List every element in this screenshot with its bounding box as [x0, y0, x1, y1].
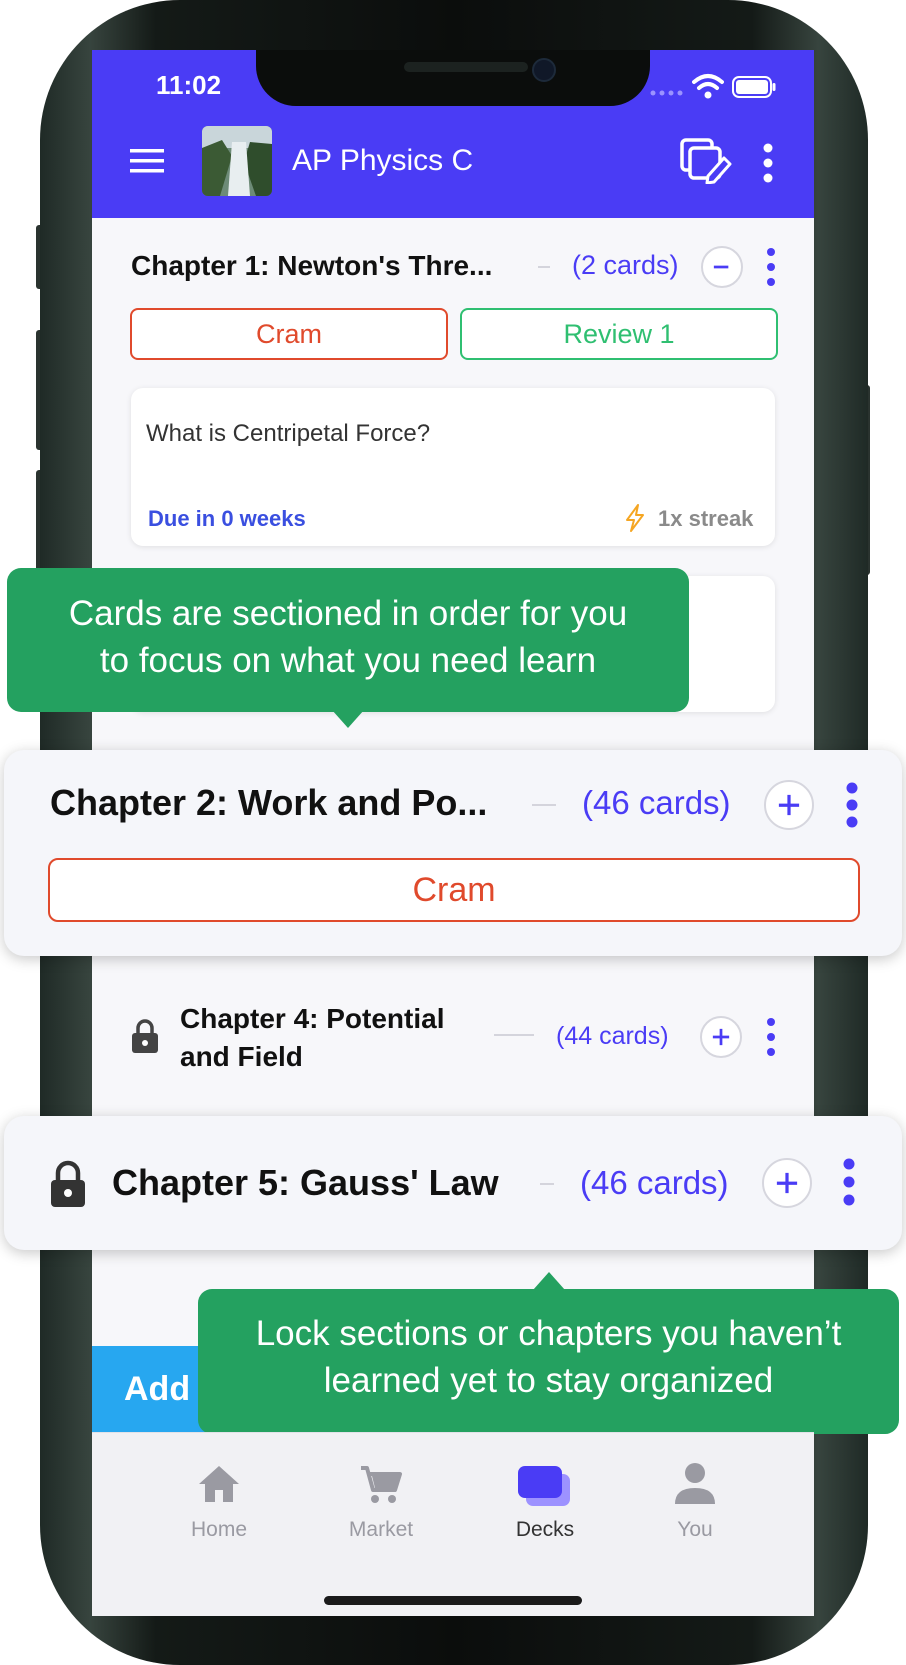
tooltip-line: Cards are sectioned in order for you: [68, 594, 628, 633]
status-time: 11:02: [156, 70, 222, 100]
tooltip-sections-text: Cards are sectioned in order for you to …: [7, 590, 689, 684]
divider: [540, 1183, 554, 1185]
deck-thumbnail: [202, 126, 272, 196]
divider: [532, 804, 556, 806]
chapter-1-card-count: (2 cards): [572, 250, 679, 280]
flashcard-question: What is Centripetal Force?: [146, 420, 431, 447]
tooltip-pointer: [332, 710, 364, 728]
front-camera: [532, 58, 556, 82]
chapter-5-card-count: (46 cards): [580, 1164, 729, 1201]
notch: [256, 50, 650, 106]
chapter-2-more-icon[interactable]: [845, 782, 859, 828]
hamburger-menu-icon[interactable]: [130, 148, 164, 174]
person-icon: [675, 1463, 715, 1504]
divider: [494, 1034, 534, 1036]
lock-icon[interactable]: [130, 1018, 160, 1054]
tooltip-line: to focus on what you need learn: [99, 641, 597, 680]
cram-button[interactable]: Cram: [130, 308, 448, 360]
nav-decks[interactable]: Decks: [500, 1460, 590, 1541]
add-button-label: Add: [124, 1370, 191, 1408]
decks-icon: [518, 1466, 570, 1506]
chapter-4-more-icon[interactable]: [766, 1016, 776, 1058]
deck-title: AP Physics C: [292, 144, 474, 177]
expand-button[interactable]: [762, 1158, 812, 1208]
expand-button[interactable]: [700, 1016, 742, 1058]
chapter-5-title[interactable]: Chapter 5: Gauss' Law: [112, 1162, 499, 1204]
chapter-2-title[interactable]: Chapter 2: Work and Po...: [50, 782, 487, 824]
tooltip-pointer: [533, 1272, 565, 1290]
edit-cards-icon[interactable]: [680, 138, 732, 184]
home-icon: [199, 1466, 239, 1502]
wifi-icon: [692, 74, 724, 99]
waterfall-image: [202, 126, 272, 196]
nav-market-label: Market: [348, 1518, 414, 1541]
nav-home[interactable]: Home: [174, 1460, 264, 1541]
chapter-2-card-count: (46 cards): [582, 784, 731, 821]
nav-market[interactable]: Market: [336, 1460, 426, 1541]
chapter-4-title-line: Chapter 4: Potential: [180, 1003, 445, 1034]
chapter-5-more-icon[interactable]: [842, 1158, 856, 1206]
collapse-button[interactable]: [701, 246, 743, 288]
nav-decks-label: Decks: [515, 1518, 575, 1541]
nav-home-label: Home: [190, 1518, 248, 1541]
due-date: Due in 0 weeks: [148, 506, 306, 531]
cram-button[interactable]: Cram: [48, 858, 860, 922]
divider: [538, 266, 550, 268]
streak-label: 1x streak: [658, 506, 754, 531]
home-indicator: [324, 1596, 582, 1605]
more-options-icon[interactable]: [762, 143, 774, 183]
chapter-4-title[interactable]: Chapter 4: Potential and Field: [180, 1000, 444, 1076]
nav-you[interactable]: You: [650, 1460, 740, 1541]
tooltip-line: Lock sections or chapters you haven’t: [255, 1314, 842, 1353]
nav-you-label: You: [677, 1518, 713, 1541]
chapter-2-row: [4, 750, 902, 956]
signal-icon: [650, 90, 683, 96]
chapter-4-card-count: (44 cards): [556, 1022, 669, 1050]
speaker: [404, 62, 528, 72]
expand-button[interactable]: [764, 780, 814, 830]
lightning-bolt-icon: [626, 504, 644, 532]
lock-icon[interactable]: [48, 1160, 88, 1208]
chapter-4-title-line: and Field: [180, 1041, 303, 1072]
review-button[interactable]: Review 1: [460, 308, 778, 360]
tooltip-lock-text: Lock sections or chapters you haven’t le…: [198, 1310, 899, 1404]
tooltip-line: learned yet to stay organized: [323, 1361, 774, 1400]
chapter-1-more-icon[interactable]: [766, 246, 776, 288]
chapter-1-title[interactable]: Chapter 1: Newton's Thre...: [131, 250, 492, 282]
cart-icon: [361, 1466, 402, 1503]
battery-icon: [732, 76, 776, 98]
